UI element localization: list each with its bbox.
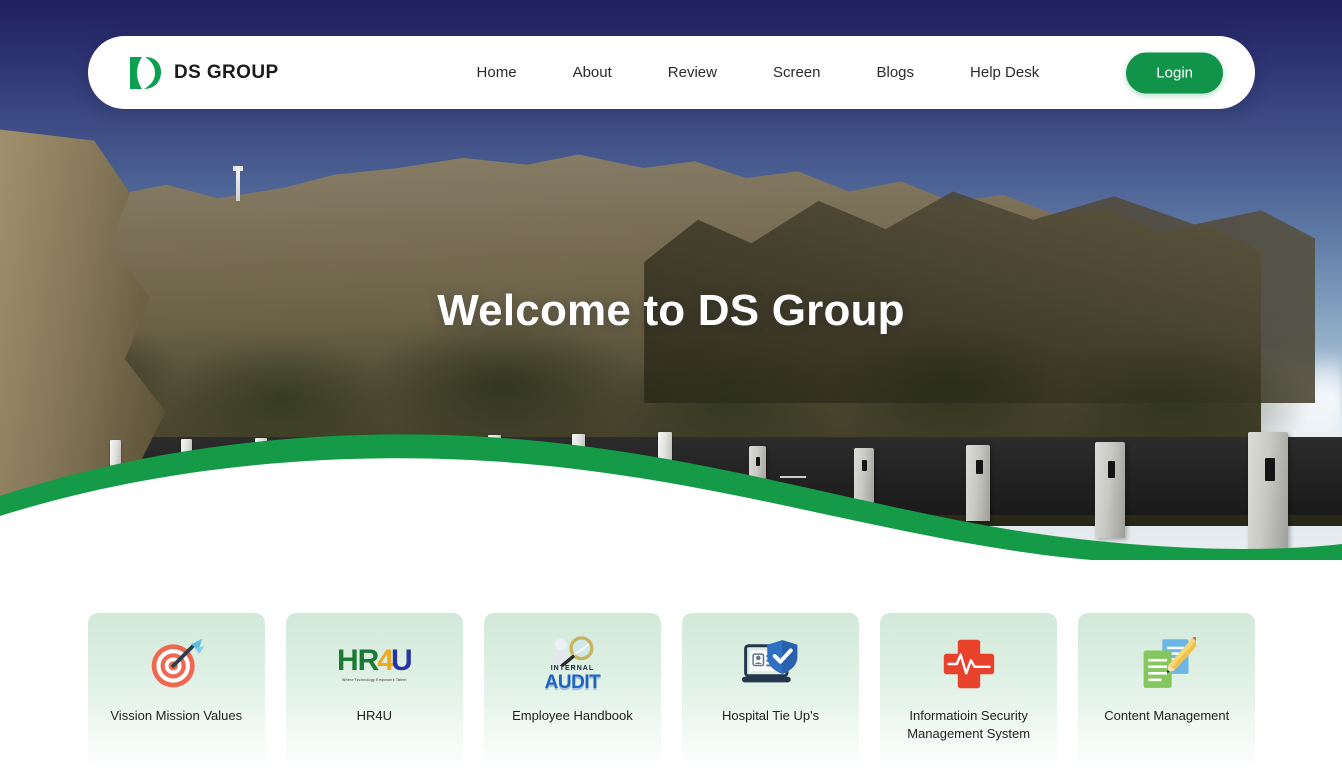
audit-internal-text: INTERNAL [551, 665, 594, 672]
nav-item-help-desk[interactable]: Help Desk [942, 56, 1067, 89]
hr4u-tagline: Where Technology Empowers Talent [342, 679, 407, 683]
green-wave-divider [0, 420, 1342, 560]
login-button[interactable]: Login [1126, 52, 1223, 93]
target-dart-icon [140, 633, 212, 695]
card-label: HR4U [349, 707, 400, 725]
ds-monogram-icon [128, 53, 162, 93]
card-label: Informatioin Security Management System [880, 707, 1057, 744]
hero-title: Welcome to DS Group [0, 286, 1342, 336]
hr4u-u-text: U [391, 646, 412, 676]
brand-name: DS GROUP [174, 62, 279, 84]
nav-item-home[interactable]: Home [455, 56, 545, 89]
hr4u-logo-icon: HR 4 U Where Technology Empowers Talent [338, 633, 410, 695]
card-label: Content Management [1096, 707, 1237, 725]
internal-audit-icon: INTERNAL AUDIT [536, 633, 608, 695]
nav-item-screen[interactable]: Screen [745, 56, 849, 89]
nav-item-review[interactable]: Review [640, 56, 745, 89]
quick-link-card-strip: Vission Mission Values HR 4 U Where Tech… [88, 613, 1255, 768]
card-employee-handbook[interactable]: INTERNAL AUDIT Employee Handbook [484, 613, 661, 768]
medical-cross-pulse-icon [933, 633, 1005, 695]
hr4u-hr-text: HR [337, 646, 378, 676]
card-label: Employee Handbook [504, 707, 641, 725]
card-hr4u[interactable]: HR 4 U Where Technology Empowers Talent … [286, 613, 463, 768]
nav-item-blogs[interactable]: Blogs [848, 56, 942, 89]
brand-logo[interactable]: DS GROUP [128, 53, 279, 93]
nav-item-about[interactable]: About [545, 56, 640, 89]
landing-page: Welcome to DS Group DS GROUP Home About … [0, 0, 1342, 768]
card-information-security-management-system[interactable]: Informatioin Security Management System [880, 613, 1057, 768]
navigation-bar: DS GROUP Home About Review Screen Blogs … [88, 36, 1255, 109]
card-hospital-tie-ups[interactable]: Hospital Tie Up's [682, 613, 859, 768]
laptop-shield-icon [735, 633, 807, 695]
card-label: Hospital Tie Up's [714, 707, 827, 725]
card-vission-mission-values[interactable]: Vission Mission Values [88, 613, 265, 768]
documents-pencil-icon [1131, 633, 1203, 695]
card-label: Vission Mission Values [102, 707, 250, 725]
audit-word-text: AUDIT [545, 673, 601, 692]
nav-links: Home About Review Screen Blogs Help Desk [455, 56, 1068, 89]
card-content-management[interactable]: Content Management [1078, 613, 1255, 768]
